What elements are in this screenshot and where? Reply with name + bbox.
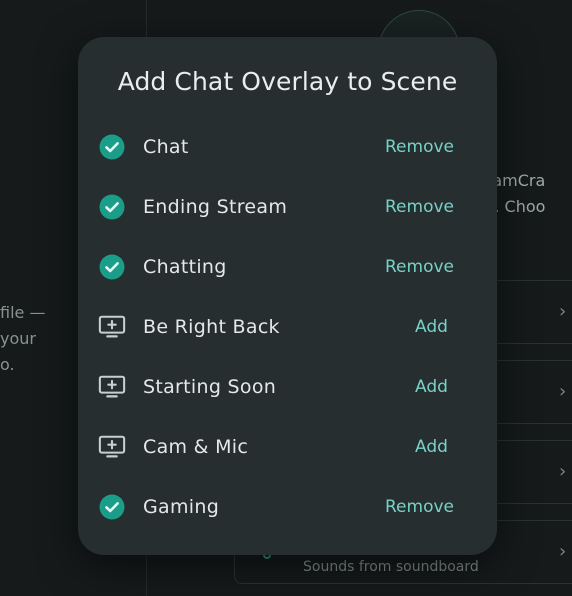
scene-item-ending-stream: Ending Stream Remove [78, 179, 497, 235]
chevron-right-icon: › [559, 541, 567, 562]
scene-item-be-right-back: Be Right Back Add [78, 299, 497, 355]
check-circle-icon [98, 253, 126, 281]
monitor-add-icon [98, 373, 126, 401]
scene-item-label: Cam & Mic [143, 436, 249, 458]
scene-item-chatting: Chatting Remove [78, 239, 497, 295]
remove-button-chatting[interactable]: Remove [385, 239, 454, 295]
scene-item-starting-soon: Starting Soon Add [78, 359, 497, 415]
add-button-starting-soon[interactable]: Add [415, 359, 448, 415]
chevron-right-icon: › [559, 301, 567, 322]
check-circle-icon [98, 493, 126, 521]
scene-item-cam-mic: Cam & Mic Add [78, 419, 497, 475]
scene-item-label: Gaming [143, 496, 220, 518]
modal-title: Add Chat Overlay to Scene [117, 67, 458, 96]
chevron-right-icon: › [559, 461, 567, 482]
check-circle-icon [98, 133, 126, 161]
scene-item-label: Ending Stream [143, 196, 288, 218]
monitor-add-icon [98, 433, 126, 461]
monitor-add-icon [98, 313, 126, 341]
remove-button-ending-stream[interactable]: Remove [385, 179, 454, 235]
scene-item-label: Chatting [143, 256, 227, 278]
add-button-be-right-back[interactable]: Add [415, 299, 448, 355]
remove-button-gaming[interactable]: Remove [385, 479, 454, 535]
left-text-line: your [0, 329, 36, 348]
left-text-line: o. [0, 355, 15, 374]
add-button-cam-mic[interactable]: Add [415, 419, 448, 475]
check-circle-icon [98, 193, 126, 221]
left-panel-text: file — your o. [0, 300, 60, 378]
scene-item-label: Starting Soon [143, 376, 277, 398]
chevron-right-icon: › [559, 381, 567, 402]
option-card-subtitle: Sounds from soundboard [303, 559, 479, 575]
add-chat-overlay-modal: Add Chat Overlay to Scene Chat Remove Endi… [78, 37, 497, 555]
remove-button-chat[interactable]: Remove [385, 119, 454, 175]
scene-item-gaming: Gaming Remove [78, 479, 497, 535]
scene-item-label: Be Right Back [143, 316, 280, 338]
left-text-line: file — [0, 303, 46, 322]
scene-item-label: Chat [143, 136, 189, 158]
scene-item-chat: Chat Remove [78, 119, 497, 175]
